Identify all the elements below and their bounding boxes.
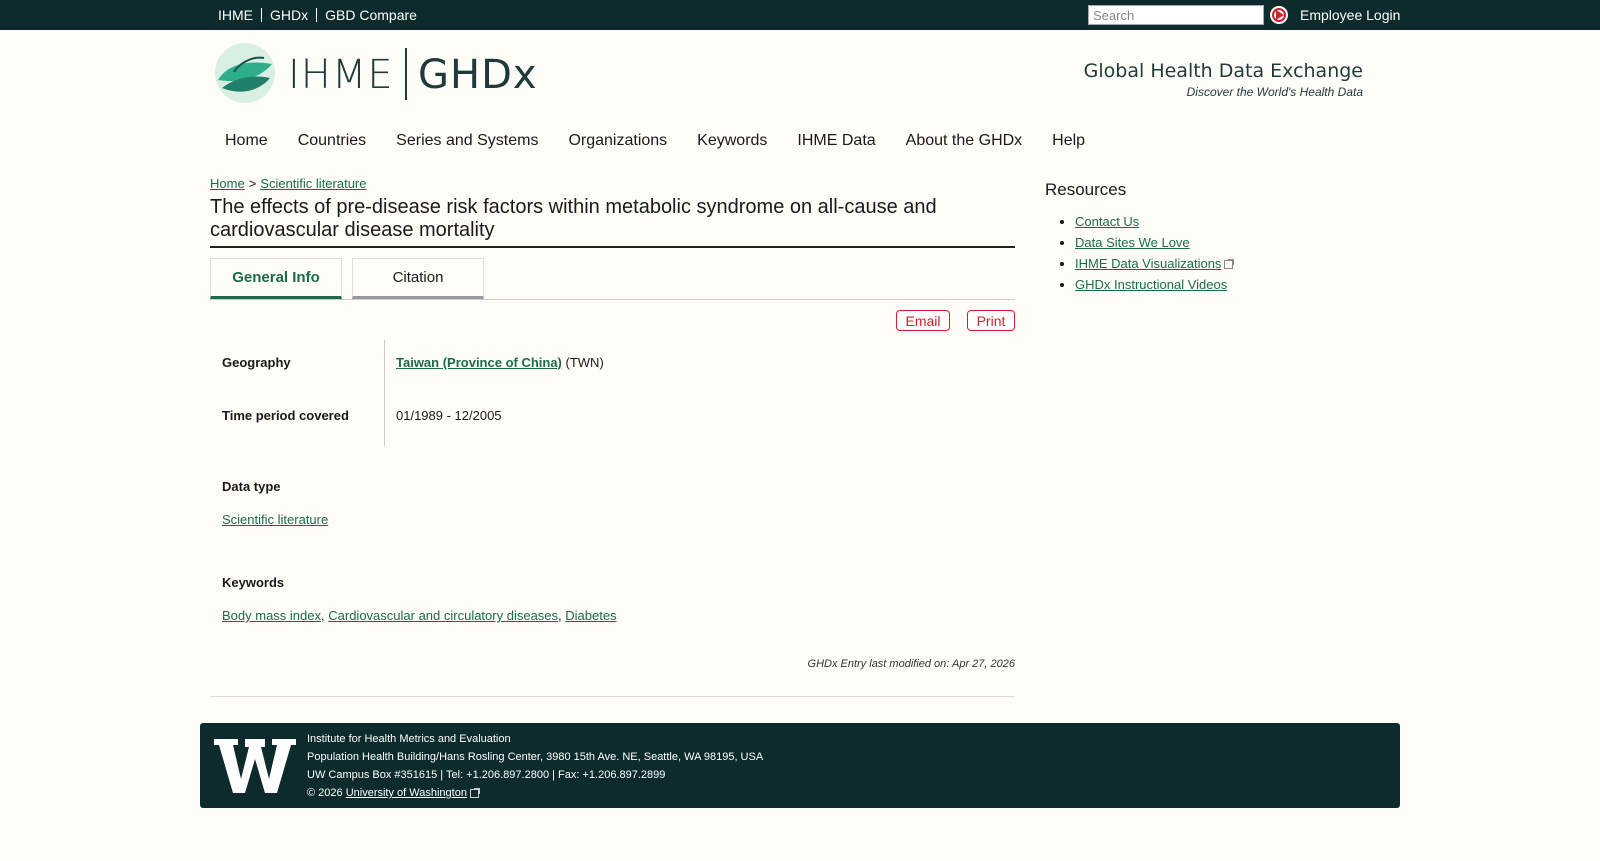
site-tagline-title: Global Health Data Exchange <box>1083 60 1363 82</box>
copyright-text: © 2026 <box>307 787 343 799</box>
ihme-wordmark: IHME <box>288 52 394 98</box>
resource-item: Contact Us <box>1075 214 1233 229</box>
nav-item-help[interactable]: Help <box>1052 132 1085 150</box>
nav-item-organizations[interactable]: Organizations <box>568 132 667 150</box>
search-input[interactable] <box>1088 5 1264 25</box>
nav-item-series-and-systems[interactable]: Series and Systems <box>396 132 538 150</box>
play-arrow-icon <box>1276 10 1284 20</box>
tab-general-info[interactable]: General Info <box>210 258 342 299</box>
resources-list: Contact Us Data Sites We Love IHME Data … <box>1075 214 1235 298</box>
breadcrumb-separator: > <box>248 176 257 191</box>
nav-item-countries[interactable]: Countries <box>298 132 366 150</box>
uw-link[interactable]: University of Washington <box>346 787 467 799</box>
email-button[interactable]: Email <box>896 310 950 331</box>
resource-item: Data Sites We Love <box>1075 235 1233 250</box>
nav-item-ihme-data[interactable]: IHME Data <box>797 132 875 150</box>
footer-address: Institute for Health Metrics and Evaluat… <box>307 730 763 802</box>
logo-divider <box>405 48 407 100</box>
nav-item-home[interactable]: Home <box>225 132 268 150</box>
resource-item: IHME Data Visualizations <box>1075 256 1235 271</box>
resource-link-ihme-data-viz[interactable]: IHME Data Visualizations <box>1075 256 1221 271</box>
geography-label: Geography <box>222 355 291 370</box>
footer-contact-line: UW Campus Box #351615 | Tel: +1.206.897.… <box>307 769 666 781</box>
geography-value: Taiwan (Province of China) (TWN) <box>396 355 604 370</box>
footer-address-line: Population Health Building/Hans Rosling … <box>307 751 764 763</box>
breadcrumb: Home > Scientific literature <box>210 176 367 191</box>
external-link-icon <box>469 787 480 798</box>
content-divider <box>210 696 1015 697</box>
footer-institute-name: Institute for Health Metrics and Evaluat… <box>307 733 511 745</box>
geography-code: (TWN) <box>565 355 604 370</box>
footer-copyright: © 2026 University of Washington <box>307 784 763 802</box>
keyword-separator: , <box>321 608 325 623</box>
keyword-link[interactable]: Diabetes <box>565 608 616 623</box>
breadcrumb-current-link[interactable]: Scientific literature <box>260 176 366 191</box>
info-table-divider <box>384 340 385 446</box>
site-tagline-subtitle: Discover the World's Health Data <box>1186 85 1363 99</box>
nav-item-keywords[interactable]: Keywords <box>697 132 767 150</box>
data-type-value: Scientific literature <box>222 512 328 527</box>
top-link-gbd-compare[interactable]: GBD Compare <box>316 8 425 22</box>
footer: Institute for Health Metrics and Evaluat… <box>200 723 1400 808</box>
top-bar: IHME GHDx GBD Compare Employee Login <box>0 0 1600 30</box>
external-link-icon <box>1224 259 1235 270</box>
keywords-list: Body mass index, Cardiovascular and circ… <box>222 608 617 623</box>
data-type-label: Data type <box>222 479 281 494</box>
top-link-ihme[interactable]: IHME <box>218 8 261 22</box>
time-period-value: 01/1989 - 12/2005 <box>396 408 502 423</box>
geography-link[interactable]: Taiwan (Province of China) <box>396 355 562 370</box>
keyword-link[interactable]: Cardiovascular and circulatory diseases <box>328 608 558 623</box>
keyword-link[interactable]: Body mass index <box>222 608 321 623</box>
page-title: The effects of pre-disease risk factors … <box>210 196 1015 248</box>
tab-citation[interactable]: Citation <box>352 258 484 299</box>
ihme-logo-icon[interactable] <box>214 42 276 109</box>
keyword-separator: , <box>558 608 562 623</box>
main-nav: Home Countries Series and Systems Organi… <box>225 132 1085 150</box>
tab-bar: General Info Citation <box>210 258 1015 300</box>
search-go-button[interactable] <box>1270 6 1288 24</box>
nav-item-about-the-ghdx[interactable]: About the GHDx <box>906 132 1023 150</box>
employee-login-link[interactable]: Employee Login <box>1300 7 1400 23</box>
resource-link-instructional-videos[interactable]: GHDx Instructional Videos <box>1075 277 1227 292</box>
breadcrumb-home-link[interactable]: Home <box>210 176 245 191</box>
print-button[interactable]: Print <box>967 310 1015 331</box>
time-period-label: Time period covered <box>222 408 349 423</box>
keywords-label: Keywords <box>222 575 285 590</box>
resources-heading: Resources <box>1045 180 1127 199</box>
ghdx-wordmark: GHDx <box>418 52 538 98</box>
top-link-ghdx[interactable]: GHDx <box>261 8 316 22</box>
resource-item: GHDx Instructional Videos <box>1075 277 1233 292</box>
top-nav: IHME GHDx GBD Compare <box>218 0 425 30</box>
resource-link-data-sites[interactable]: Data Sites We Love <box>1075 235 1190 250</box>
last-modified-note: GHDx Entry last modified on: Apr 27, 202… <box>807 658 1015 670</box>
data-type-link[interactable]: Scientific literature <box>222 512 328 527</box>
uw-w-logo-icon[interactable] <box>214 737 296 800</box>
resource-link-contact-us[interactable]: Contact Us <box>1075 214 1139 229</box>
